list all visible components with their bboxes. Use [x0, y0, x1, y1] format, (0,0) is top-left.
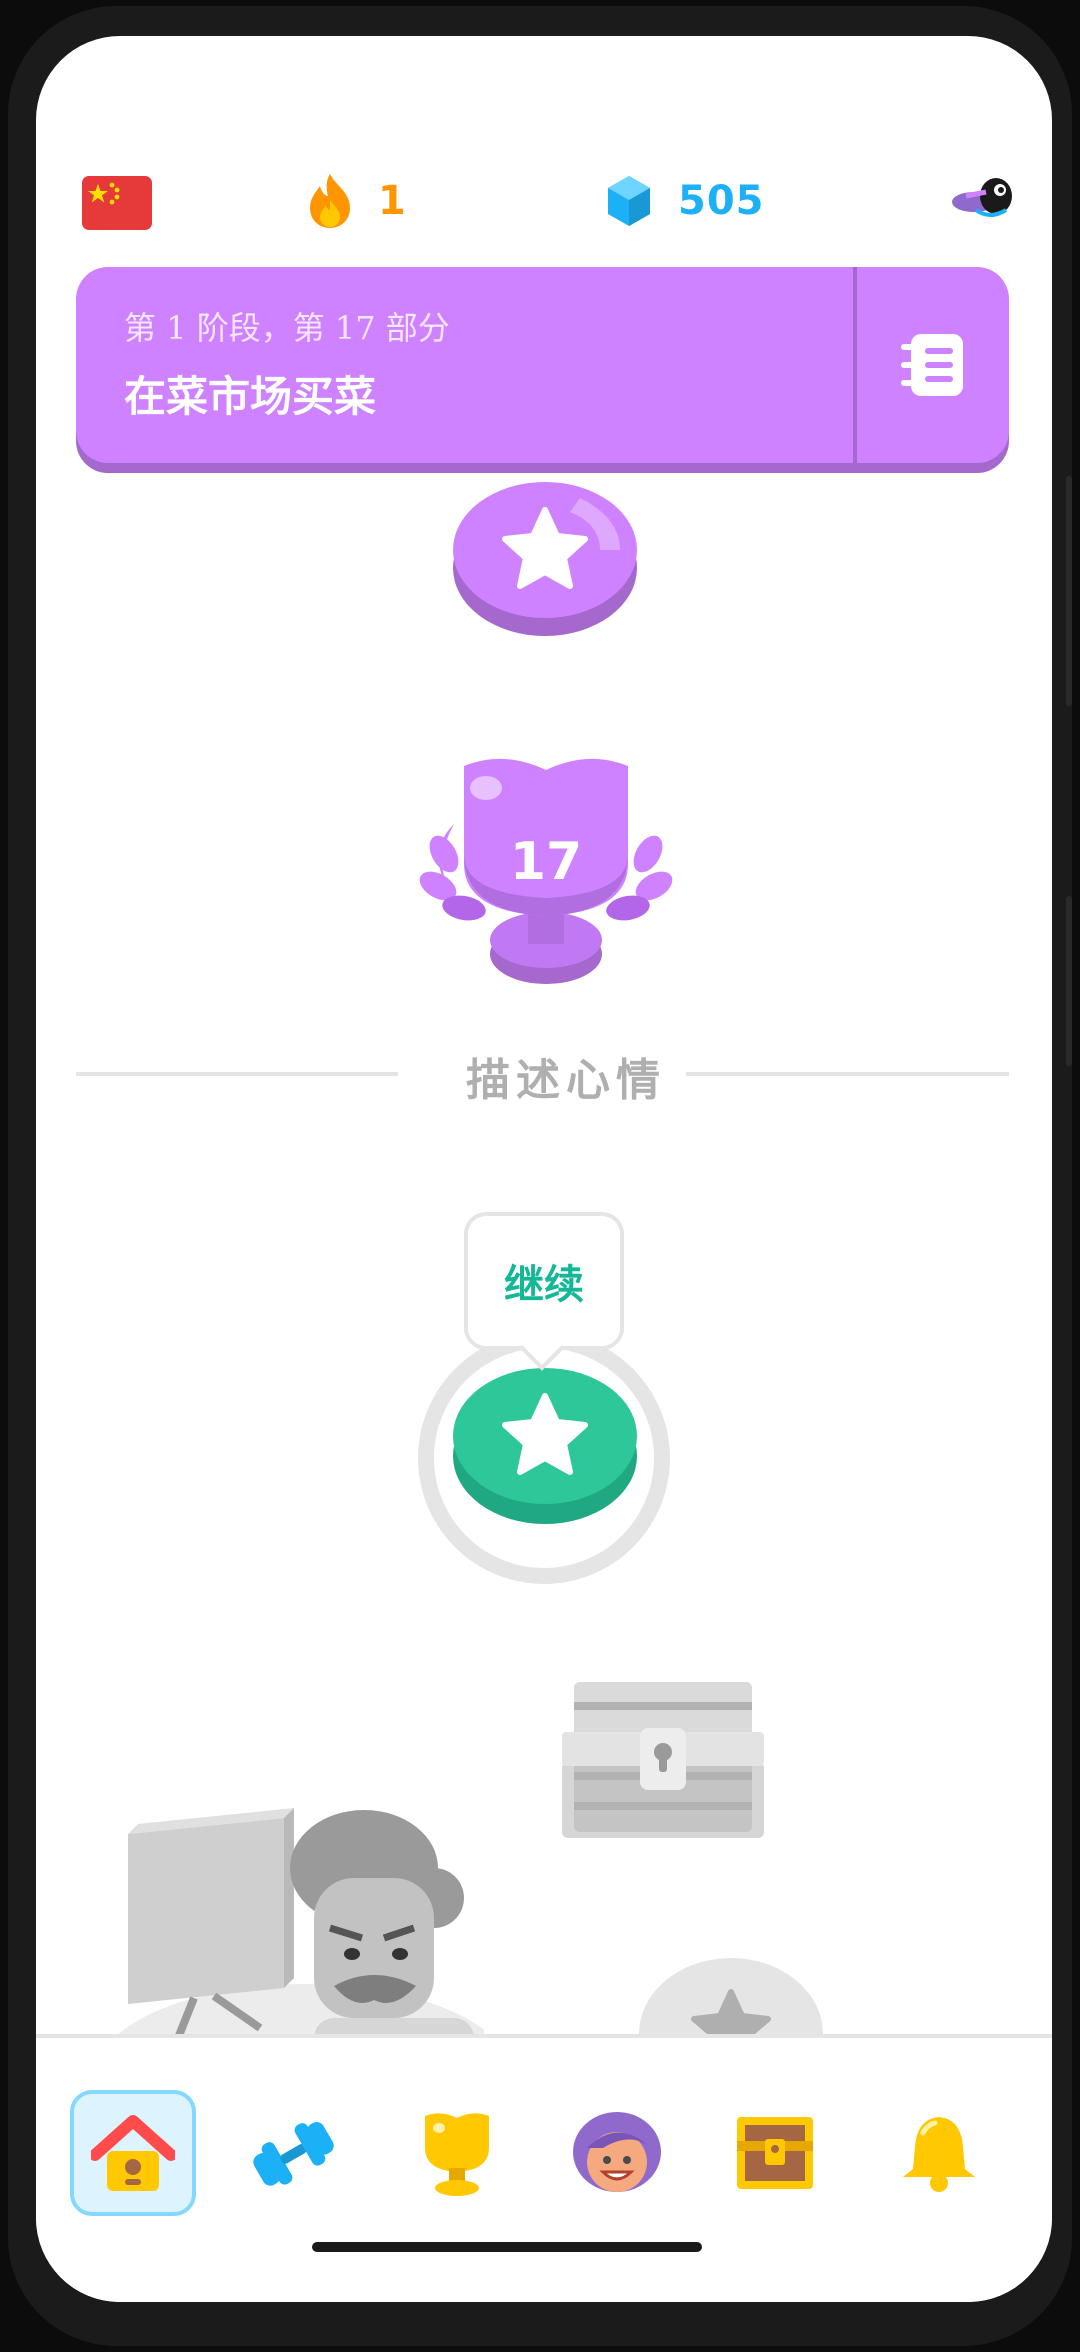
section-divider-right: [686, 1072, 1009, 1076]
phone-frame: 1 505 第 1 阶段，第 17 部分 在菜市场买菜 17 描述心情 继续: [8, 6, 1072, 2346]
streak-counter[interactable]: 1: [306, 166, 406, 236]
leaderboard-trophy-icon: [425, 2113, 489, 2196]
character-icon: [573, 2112, 661, 2192]
locked-chest-node[interactable]: [558, 1662, 768, 1846]
course-flag-button[interactable]: [82, 176, 152, 230]
continue-label: 继续: [504, 1261, 584, 1308]
practice-dumbbell-icon: [253, 2122, 334, 2186]
bottom-nav: [36, 2034, 1052, 2302]
unit-title: 在菜市场买菜: [124, 372, 377, 421]
guidebook-button[interactable]: [857, 267, 1009, 463]
character-illustration: [64, 1778, 514, 2172]
guidebook-icon: [901, 334, 963, 396]
section-label: 描述心情: [466, 1055, 666, 1106]
nav-practice[interactable]: [230, 2090, 356, 2216]
nav-notifications[interactable]: [876, 2090, 1002, 2216]
flame-icon: [310, 174, 350, 228]
top-bar: 1 505: [36, 166, 1052, 236]
home-icon: [91, 2115, 175, 2191]
active-lesson-node[interactable]: [450, 1354, 640, 1534]
unit-trophy[interactable]: 17: [404, 744, 688, 994]
trophy-unit-number: 17: [509, 832, 583, 892]
gems-count: 505: [678, 178, 765, 224]
nav-shop[interactable]: [712, 2090, 838, 2216]
continue-tooltip[interactable]: 继续: [464, 1212, 624, 1350]
treasure-chest-icon: [737, 2117, 813, 2189]
nav-home[interactable]: [70, 2090, 196, 2216]
nav-leaderboard[interactable]: [394, 2090, 520, 2216]
lesson-disc-active: [453, 1368, 637, 1524]
treasure-chest-icon: [562, 1682, 764, 1838]
power-button: [1066, 896, 1072, 1066]
gems-counter[interactable]: 505: [606, 166, 765, 236]
super-duo-button[interactable]: [946, 166, 1020, 240]
unit-subtitle: 第 1 阶段，第 17 部分: [124, 309, 450, 347]
streak-count: 1: [378, 178, 406, 224]
home-indicator[interactable]: [312, 2242, 702, 2252]
super-owl-icon: [952, 178, 1012, 217]
china-flag-icon: [88, 182, 120, 205]
volume-button: [1066, 476, 1072, 706]
lesson-disc: [453, 482, 637, 636]
gem-icon: [608, 176, 650, 226]
section-divider-left: [76, 1072, 398, 1076]
teacher-character-icon: [94, 1808, 514, 2172]
nav-characters[interactable]: [554, 2090, 680, 2216]
notifications-bell-icon: [903, 2117, 975, 2192]
unit-header: 第 1 阶段，第 17 部分 在菜市场买菜: [76, 267, 1009, 463]
app-screen: 1 505 第 1 阶段，第 17 部分 在菜市场买菜 17 描述心情 继续: [36, 36, 1052, 2302]
completed-lesson-node[interactable]: [450, 468, 640, 648]
